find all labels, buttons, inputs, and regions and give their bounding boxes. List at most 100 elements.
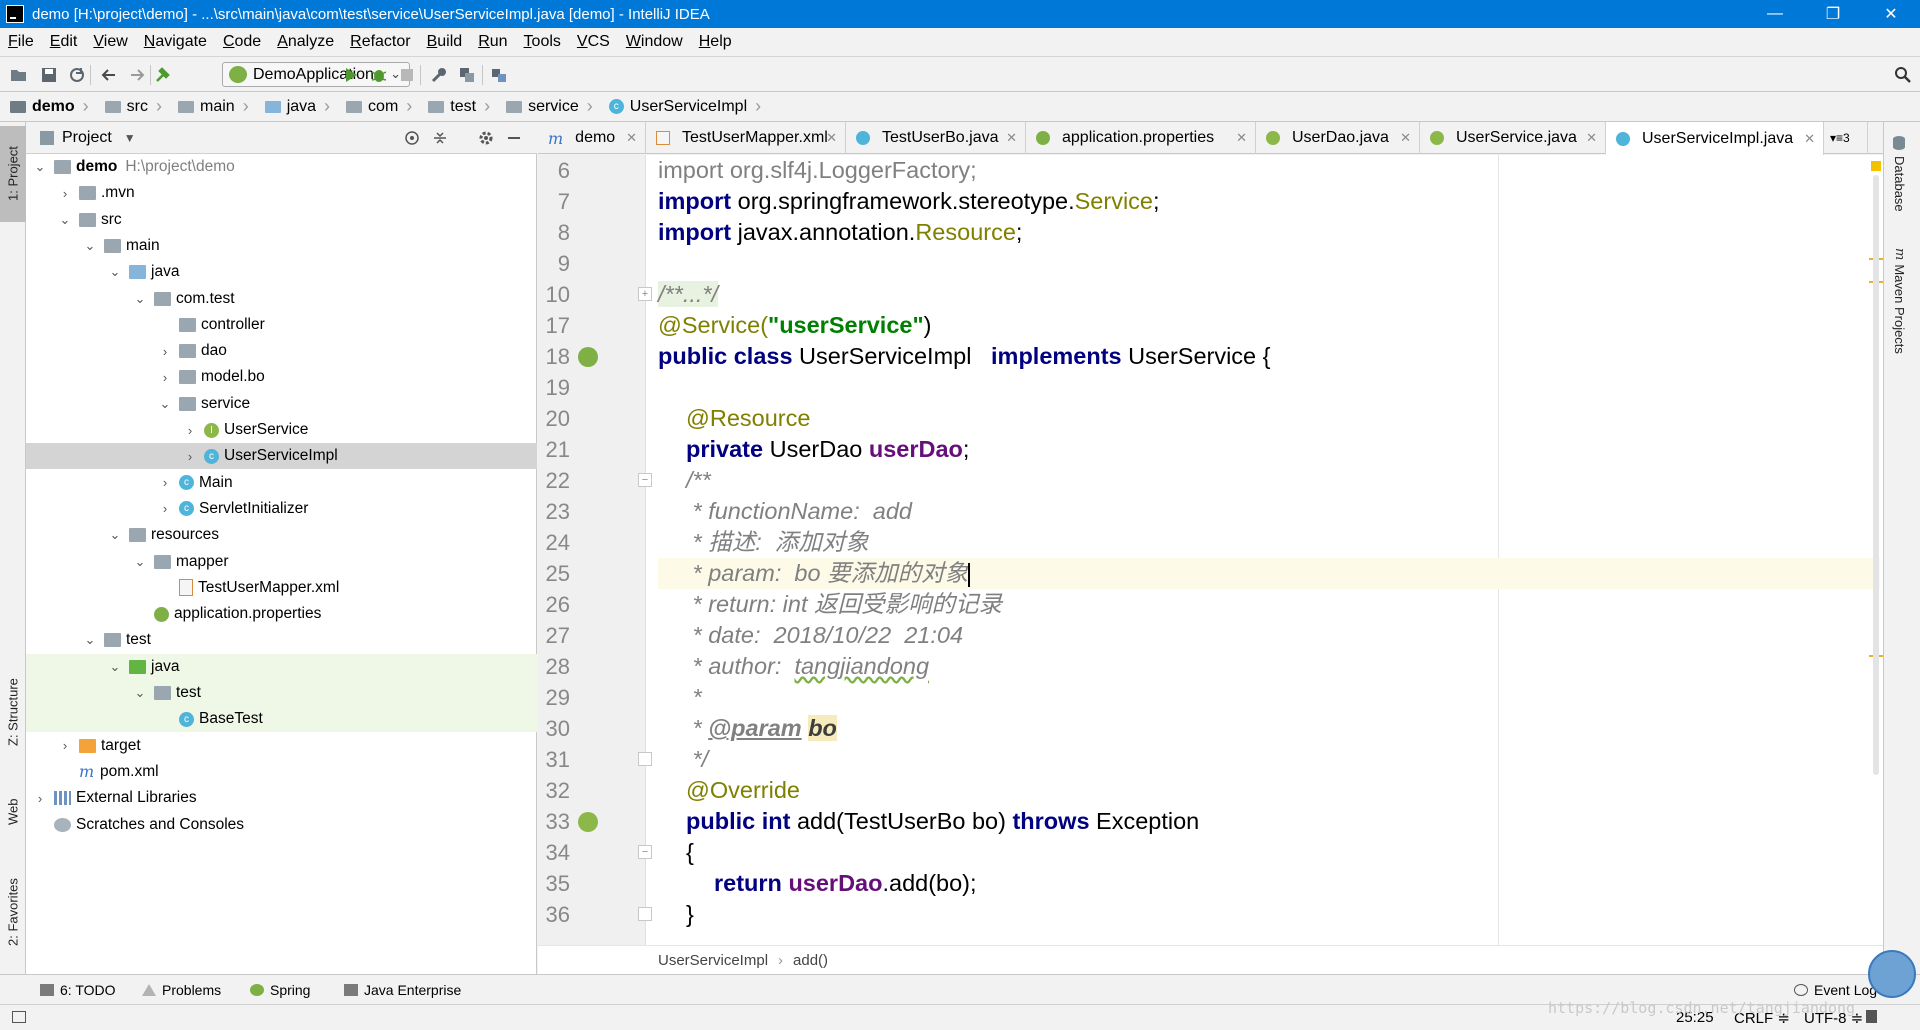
- tree-item[interactable]: ⌄ java: [26, 259, 537, 285]
- menu-help[interactable]: Help: [691, 33, 740, 51]
- sdk-icon[interactable]: [490, 66, 508, 84]
- breadcrumb-demo[interactable]: demo ›: [0, 92, 95, 122]
- chevron-right-icon[interactable]: ›: [182, 423, 198, 438]
- fold-marker-icon[interactable]: +: [638, 287, 652, 301]
- chevron-down-icon[interactable]: ⌄: [157, 396, 173, 412]
- tree-item[interactable]: Scratches and Consoles: [26, 812, 537, 838]
- hide-panel-icon[interactable]: [506, 130, 522, 146]
- breadcrumb-service[interactable]: service ›: [496, 92, 599, 122]
- chevron-down-icon[interactable]: ⌄: [107, 659, 123, 675]
- tool-todo[interactable]: 6: TODO: [40, 982, 116, 998]
- tree-item[interactable]: › External Libraries: [26, 785, 537, 811]
- chevron-right-icon[interactable]: ›: [157, 370, 173, 385]
- breadcrumb-test[interactable]: test ›: [418, 92, 496, 122]
- chevron-down-icon[interactable]: ⌄: [107, 527, 123, 543]
- menu-code[interactable]: Code: [215, 33, 269, 51]
- project-structure-icon[interactable]: [458, 66, 476, 84]
- chevron-right-icon[interactable]: ›: [157, 344, 173, 359]
- debug-icon[interactable]: [370, 66, 388, 84]
- synchronize-icon[interactable]: [68, 66, 86, 84]
- tree-item[interactable]: TestUserMapper.xml: [26, 575, 537, 601]
- project-panel-title[interactable]: Project: [62, 129, 112, 147]
- run-icon[interactable]: [342, 66, 360, 84]
- fold-marker-icon[interactable]: −: [638, 473, 652, 487]
- tabs-overflow-button[interactable]: ▾≡3: [1824, 122, 1868, 154]
- chevron-right-icon[interactable]: ›: [157, 475, 173, 490]
- chevron-down-icon[interactable]: ⌄: [57, 212, 73, 228]
- crumb-method[interactable]: add(): [793, 952, 828, 969]
- tree-item[interactable]: › c ServletInitializer: [26, 496, 537, 522]
- tree-item[interactable]: ⌄ test: [26, 680, 537, 706]
- error-stripe[interactable]: [1869, 155, 1883, 945]
- breadcrumb-com[interactable]: com ›: [336, 92, 418, 122]
- tree-item[interactable]: › c UserServiceImpl: [26, 443, 537, 470]
- tree-item[interactable]: ⌄ main: [26, 233, 537, 259]
- code-area[interactable]: import org.slf4j.LoggerFactory; import o…: [658, 155, 1880, 945]
- tree-item[interactable]: ⌄ mapper: [26, 549, 537, 575]
- maximize-button[interactable]: ❐: [1804, 0, 1862, 28]
- tree-item[interactable]: application.properties: [26, 601, 537, 627]
- chevron-down-icon[interactable]: ⌄: [132, 291, 148, 307]
- chevron-right-icon[interactable]: ›: [157, 501, 173, 516]
- tree-item[interactable]: › dao: [26, 338, 537, 364]
- tab-demo[interactable]: m demo ✕: [538, 122, 646, 154]
- crumb-class[interactable]: UserServiceImpl: [658, 952, 768, 969]
- tab-userdao-java[interactable]: UserDao.java ✕: [1256, 122, 1420, 154]
- tree-item[interactable]: › model.bo: [26, 364, 537, 390]
- locate-target-icon[interactable]: [404, 130, 420, 146]
- chevron-down-icon[interactable]: ⌄: [32, 159, 48, 175]
- tool-tab-structure[interactable]: Z: Structure: [0, 662, 26, 762]
- tab-application-properties[interactable]: application.properties ✕: [1026, 122, 1256, 154]
- search-everywhere-icon[interactable]: [1894, 66, 1912, 84]
- close-icon[interactable]: ✕: [626, 130, 637, 146]
- chevron-down-icon[interactable]: ⌄: [82, 632, 98, 648]
- folded-comment[interactable]: /**...*/: [658, 281, 719, 307]
- tool-spring[interactable]: Spring: [250, 982, 310, 998]
- tree-item[interactable]: ⌄ test: [26, 627, 537, 653]
- close-icon[interactable]: ✕: [1804, 131, 1815, 147]
- minimize-button[interactable]: —: [1746, 0, 1804, 28]
- menu-navigate[interactable]: Navigate: [136, 33, 215, 51]
- tool-tab-favorites[interactable]: 2: Favorites: [0, 862, 26, 962]
- tool-java-enterprise[interactable]: Java Enterprise: [344, 982, 461, 998]
- close-icon[interactable]: ✕: [1586, 130, 1597, 146]
- build-hammer-icon[interactable]: [154, 66, 172, 84]
- tree-item[interactable]: › c Main: [26, 470, 537, 496]
- gear-icon[interactable]: [478, 130, 494, 146]
- menu-vcs[interactable]: VCS: [569, 33, 618, 51]
- tree-item[interactable]: ⌄ java: [26, 653, 537, 680]
- menu-tools[interactable]: Tools: [516, 33, 569, 51]
- menu-view[interactable]: View: [85, 33, 135, 51]
- close-icon[interactable]: ✕: [1400, 130, 1411, 146]
- fold-marker-icon[interactable]: [638, 752, 652, 766]
- tree-item[interactable]: › target: [26, 733, 537, 759]
- open-folder-icon[interactable]: [10, 66, 28, 84]
- tree-item[interactable]: ⌄ src: [26, 207, 537, 233]
- tool-event-log[interactable]: Event Log: [1794, 982, 1877, 998]
- tab-testusermapper-xml[interactable]: TestUserMapper.xml ✕: [646, 122, 846, 154]
- chevron-down-icon[interactable]: ⌄: [132, 685, 148, 701]
- chevron-right-icon[interactable]: ›: [57, 186, 73, 201]
- tree-item[interactable]: › I UserService: [26, 417, 537, 443]
- settings-wrench-icon[interactable]: [430, 66, 448, 84]
- menu-edit[interactable]: Edit: [42, 33, 86, 51]
- menu-build[interactable]: Build: [419, 33, 471, 51]
- tool-tab-maven[interactable]: m Maven Projects: [1892, 248, 1907, 354]
- code-editor[interactable]: 6 7 8 9 10 17 18 19 20 21 22 23 24 25 26 27 28 29 30 31 32 33…: [538, 155, 1883, 945]
- chevron-down-icon[interactable]: ⌄: [132, 554, 148, 570]
- fold-marker-icon[interactable]: −: [638, 845, 652, 859]
- tool-problems[interactable]: Problems: [142, 982, 221, 998]
- tab-userservice-java[interactable]: UserService.java ✕: [1420, 122, 1606, 154]
- tree-item[interactable]: ⌄ com.test: [26, 286, 537, 312]
- tree-item[interactable]: controller: [26, 312, 537, 338]
- breadcrumb-main[interactable]: main ›: [168, 92, 255, 122]
- tree-item[interactable]: › .mvn: [26, 180, 537, 206]
- tree-item[interactable]: ⌄ resources: [26, 522, 537, 548]
- spring-bean-icon[interactable]: [578, 347, 598, 367]
- save-all-icon[interactable]: [40, 66, 58, 84]
- breadcrumb-src[interactable]: src ›: [95, 92, 168, 122]
- implements-method-icon[interactable]: [578, 812, 598, 832]
- forward-arrow-icon[interactable]: [128, 66, 146, 84]
- breadcrumb-java[interactable]: java ›: [255, 92, 336, 122]
- chevron-right-icon[interactable]: ›: [32, 791, 48, 806]
